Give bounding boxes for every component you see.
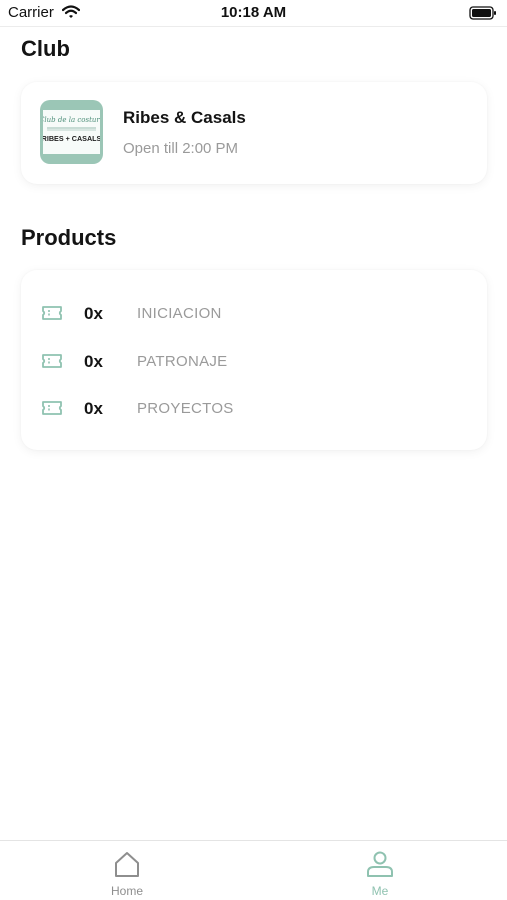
club-section-title: Club (21, 36, 70, 61)
product-quantity: 0x (84, 399, 103, 418)
status-time: 10:18 AM (220, 4, 287, 21)
logo-brand-text: RIBES + CASALS (43, 134, 100, 143)
home-icon (113, 850, 141, 883)
battery-icon (469, 6, 497, 25)
club-logo-plate: Club de la costura RIBES + CASALS (43, 110, 100, 154)
tab-home[interactable]: Home (67, 841, 187, 900)
app-screen: Carrier 10:18 AM Club Club de la c (0, 0, 507, 900)
products-section-title: Products (21, 225, 117, 250)
ticket-icon (41, 399, 63, 422)
product-quantity: 0x (84, 304, 103, 323)
tab-me-label: Me (371, 884, 389, 898)
user-icon (366, 850, 394, 883)
product-row[interactable]: 0x PATRONAJE (21, 347, 487, 377)
logo-script-text: Club de la costura (43, 116, 100, 124)
products-card: 0x INICIACION 0x PATRONAJE 0x PROYECTOS (21, 270, 487, 450)
product-name: INICIACION (137, 305, 222, 322)
club-logo: Club de la costura RIBES + CASALS (40, 100, 103, 164)
club-card[interactable]: Club de la costura RIBES + CASALS Ribes … (21, 82, 487, 184)
club-name: Ribes & Casals (123, 108, 246, 127)
product-name: PATRONAJE (137, 353, 228, 370)
product-quantity: 0x (84, 352, 103, 371)
tab-bar: Home Me (0, 840, 507, 900)
product-row[interactable]: 0x PROYECTOS (21, 394, 487, 424)
status-bar: Carrier 10:18 AM (0, 0, 507, 27)
ticket-icon (41, 304, 63, 327)
product-name: PROYECTOS (137, 400, 234, 417)
product-row[interactable]: 0x INICIACION (21, 299, 487, 329)
club-hours: Open till 2:00 PM (123, 140, 239, 157)
ticket-icon (41, 352, 63, 375)
tab-me[interactable]: Me (320, 841, 440, 900)
status-divider (0, 26, 507, 27)
tab-home-label: Home (110, 884, 143, 898)
